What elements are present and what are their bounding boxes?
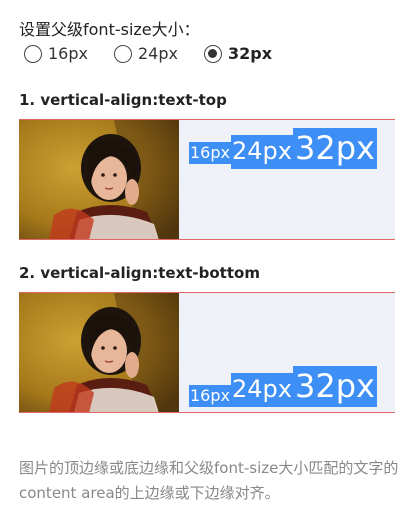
radio-label-24px: 24px xyxy=(137,44,178,63)
font-size-samples: 16px 24px 32px xyxy=(189,366,377,407)
radio-button-icon[interactable] xyxy=(113,44,132,63)
radio-16px[interactable]: 16px xyxy=(24,44,88,63)
font-size-setting-label: 设置父级font-size大小： xyxy=(19,20,200,39)
font-size-radio-group: 16px 24px 32px xyxy=(24,44,298,63)
demo-box-text-bottom: 16px 24px 32px xyxy=(19,292,395,413)
radio-24px[interactable]: 24px xyxy=(113,44,178,63)
sample-32px: 32px xyxy=(292,366,377,407)
radio-button-checked-icon[interactable] xyxy=(203,44,222,63)
section-title-text-bottom: 2. vertical-align:text-bottom xyxy=(19,264,260,282)
sample-24px: 24px xyxy=(230,135,293,169)
radio-32px[interactable]: 32px xyxy=(203,44,273,63)
sample-16px: 16px xyxy=(189,142,231,165)
sample-32px: 32px xyxy=(292,128,377,169)
font-size-samples: 16px 24px 32px xyxy=(189,128,377,169)
radio-label-16px: 16px xyxy=(48,44,88,63)
sample-16px: 16px xyxy=(189,384,231,407)
radio-button-icon[interactable] xyxy=(24,44,42,63)
portrait-image xyxy=(19,293,179,412)
section-title-text-top: 1. vertical-align:text-top xyxy=(19,91,227,109)
sample-24px: 24px xyxy=(230,373,293,407)
portrait-image xyxy=(19,120,179,239)
explanation-note: 图片的顶边缘或底边缘和父级font-size大小匹配的文字的content ar… xyxy=(19,459,399,502)
radio-label-32px: 32px xyxy=(227,44,273,63)
demo-box-text-top: 16px 24px 32px xyxy=(19,119,395,240)
